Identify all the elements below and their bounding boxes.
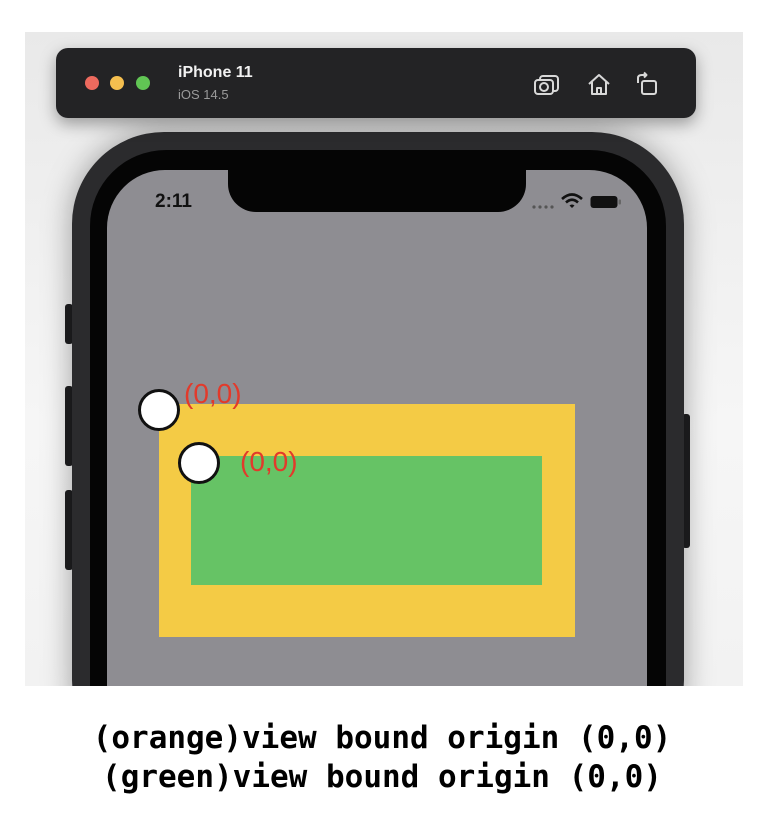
caption: (orange)view bound origin (0,0) (green)v… <box>0 0 764 834</box>
caption-line-orange: (orange)view bound origin (0,0) <box>92 720 672 756</box>
caption-line-green: (green)view bound origin (0,0) <box>102 759 662 795</box>
